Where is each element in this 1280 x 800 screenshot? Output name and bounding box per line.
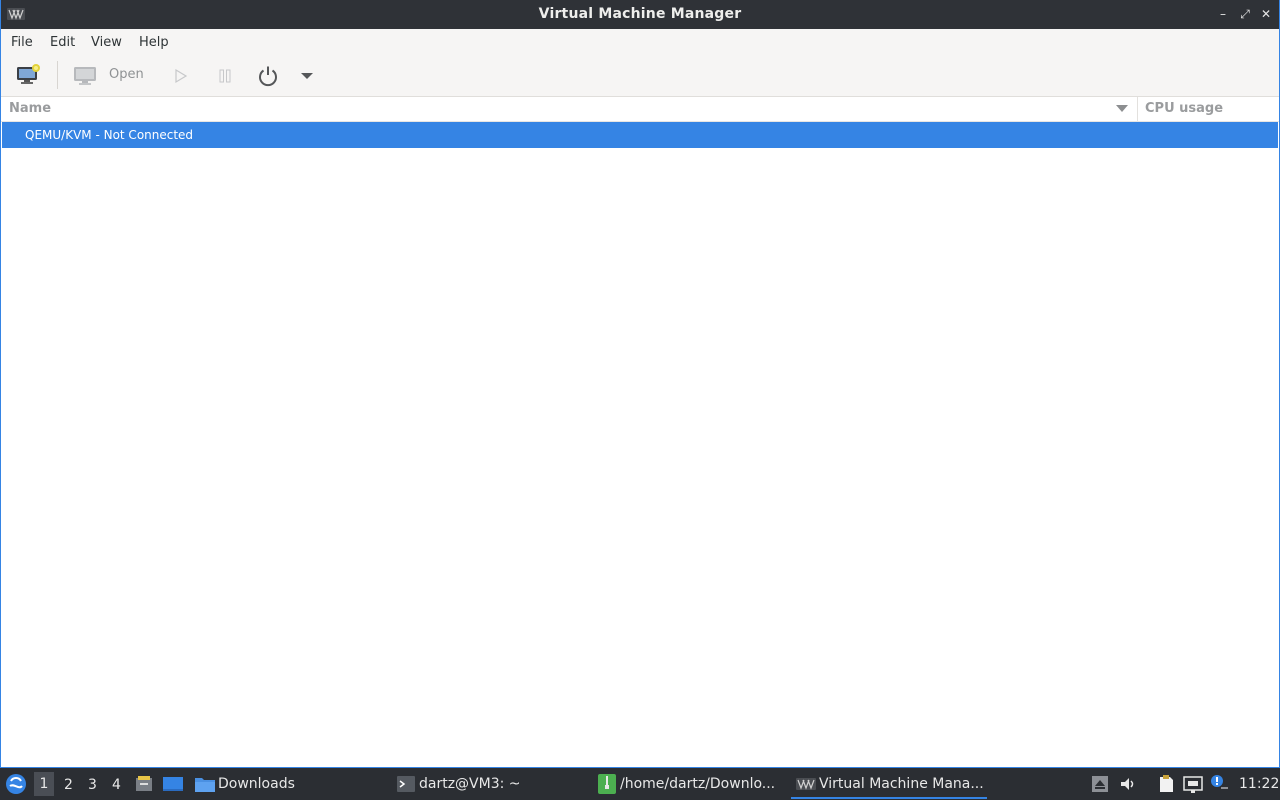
list-header: Name CPU usage bbox=[1, 97, 1279, 122]
minimize-button[interactable]: – bbox=[1215, 6, 1231, 22]
connection-label: QEMU/KVM - Not Connected bbox=[25, 128, 194, 142]
app-window: Virtual Machine Manager – ⤢ ✕ File Edit … bbox=[0, 0, 1280, 768]
network-icon[interactable] bbox=[1182, 774, 1204, 794]
column-header-name[interactable]: Name bbox=[9, 101, 51, 116]
maximize-button[interactable]: ⤢ bbox=[1237, 6, 1253, 22]
toolbar-separator bbox=[57, 61, 58, 89]
clock[interactable]: 11:22 bbox=[1239, 776, 1279, 792]
workspace-4[interactable]: 4 bbox=[112, 777, 121, 793]
taskbar: 1 2 3 4 Downloads dartz@VM3: ~ /home/dar… bbox=[0, 768, 1280, 800]
workspace-3[interactable]: 3 bbox=[88, 777, 97, 793]
menu-bar: File Edit View Help bbox=[1, 29, 1279, 55]
menu-view[interactable]: View bbox=[91, 35, 122, 50]
menu-edit[interactable]: Edit bbox=[50, 35, 75, 50]
notification-icon[interactable] bbox=[1209, 774, 1229, 792]
task-virt-manager[interactable]: Virtual Machine Mana... bbox=[819, 776, 984, 792]
pause-icon[interactable] bbox=[218, 68, 232, 84]
column-divider[interactable] bbox=[1137, 97, 1138, 121]
monitor-icon[interactable] bbox=[73, 65, 97, 87]
task-downloads[interactable]: Downloads bbox=[218, 776, 295, 792]
toolbar: Open bbox=[1, 55, 1279, 97]
volume-icon[interactable] bbox=[1119, 775, 1137, 793]
archive-icon bbox=[598, 774, 616, 794]
menu-file[interactable]: File bbox=[11, 35, 33, 50]
task-archive-manager[interactable]: /home/dartz/Downlo... bbox=[620, 776, 775, 792]
start-menu-icon[interactable] bbox=[5, 773, 27, 795]
sort-arrow-icon[interactable] bbox=[1116, 105, 1128, 112]
dropdown-arrow-icon[interactable] bbox=[300, 71, 314, 81]
title-bar[interactable]: Virtual Machine Manager – ⤢ ✕ bbox=[1, 0, 1279, 29]
close-button[interactable]: ✕ bbox=[1258, 6, 1274, 22]
play-icon[interactable] bbox=[173, 68, 189, 84]
new-vm-icon[interactable] bbox=[15, 63, 41, 87]
eject-icon[interactable] bbox=[1091, 775, 1109, 793]
workspace-1[interactable]: 1 bbox=[34, 772, 54, 796]
connection-row[interactable]: QEMU/KVM - Not Connected bbox=[2, 122, 1278, 148]
terminal-icon bbox=[397, 776, 415, 792]
clipboard-icon[interactable] bbox=[1156, 774, 1176, 794]
active-task-indicator bbox=[791, 797, 987, 799]
task-terminal[interactable]: dartz@VM3: ~ bbox=[419, 776, 521, 792]
workspace-2[interactable]: 2 bbox=[64, 777, 73, 793]
open-button-label[interactable]: Open bbox=[109, 67, 144, 82]
virt-manager-icon bbox=[796, 778, 816, 790]
menu-help[interactable]: Help bbox=[139, 35, 169, 50]
window-title: Virtual Machine Manager bbox=[538, 6, 742, 22]
desktop-launcher-icon[interactable] bbox=[162, 774, 184, 794]
file-manager-launcher-icon[interactable] bbox=[134, 774, 154, 794]
folder-icon bbox=[195, 778, 215, 792]
power-icon[interactable] bbox=[256, 64, 280, 88]
column-header-cpu-usage[interactable]: CPU usage bbox=[1145, 101, 1223, 116]
